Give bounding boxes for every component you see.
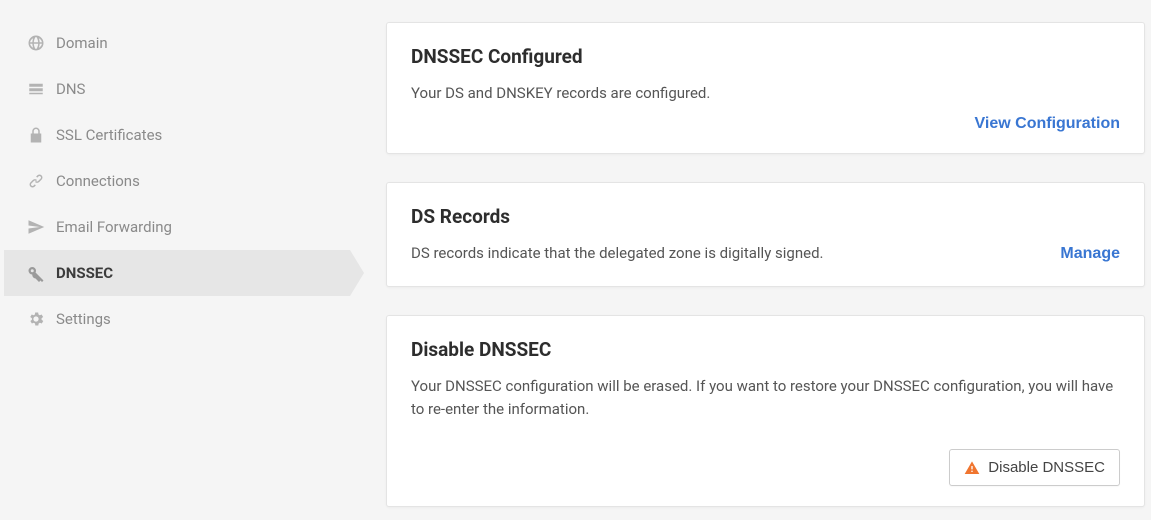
sidebar-item-dns[interactable]: DNS — [4, 66, 350, 112]
disable-dnssec-card: Disable DNSSEC Your DNSSEC configuration… — [386, 315, 1145, 508]
sidebar-item-ssl-certificates[interactable]: SSL Certificates — [4, 112, 350, 158]
card-title: Disable DNSSEC — [411, 338, 1120, 361]
lock-icon — [26, 125, 46, 145]
disable-dnssec-button[interactable]: Disable DNSSEC — [949, 449, 1120, 486]
warning-icon — [964, 460, 980, 476]
sidebar-item-label: Settings — [56, 310, 111, 328]
sidebar-item-label: Domain — [56, 34, 108, 52]
card-title: DS Records — [411, 205, 1120, 228]
gear-icon — [26, 309, 46, 329]
list-icon — [26, 79, 46, 99]
sidebar-item-domain[interactable]: Domain — [4, 20, 350, 66]
sidebar-item-email-forwarding[interactable]: Email Forwarding — [4, 204, 350, 250]
ds-records-card: DS Records DS records indicate that the … — [386, 182, 1145, 286]
globe-icon — [26, 33, 46, 53]
main-content: DNSSEC Configured Your DS and DNSKEY rec… — [350, 0, 1151, 520]
manage-button[interactable]: Manage — [1060, 245, 1120, 263]
link-icon — [26, 171, 46, 191]
dnssec-configured-card: DNSSEC Configured Your DS and DNSKEY rec… — [386, 22, 1145, 154]
card-title: DNSSEC Configured — [411, 45, 1120, 68]
card-text: Your DNSSEC configuration will be erased… — [411, 375, 1120, 422]
sidebar: Domain DNS SSL Certificates Connections — [0, 0, 350, 520]
sidebar-item-dnssec[interactable]: DNSSEC — [4, 250, 350, 296]
card-text: Your DS and DNSKEY records are configure… — [411, 82, 1120, 105]
view-configuration-button[interactable]: View Configuration — [975, 115, 1120, 133]
sidebar-item-label: SSL Certificates — [56, 126, 162, 144]
card-text: DS records indicate that the delegated z… — [411, 242, 823, 265]
sidebar-item-connections[interactable]: Connections — [4, 158, 350, 204]
key-icon — [26, 263, 46, 283]
paper-plane-icon — [26, 217, 46, 237]
sidebar-item-label: Email Forwarding — [56, 218, 172, 236]
sidebar-item-settings[interactable]: Settings — [4, 296, 350, 342]
sidebar-item-label: DNSSEC — [56, 264, 113, 282]
sidebar-item-label: Connections — [56, 172, 140, 190]
sidebar-item-label: DNS — [56, 80, 85, 98]
button-label: Disable DNSSEC — [988, 459, 1105, 476]
